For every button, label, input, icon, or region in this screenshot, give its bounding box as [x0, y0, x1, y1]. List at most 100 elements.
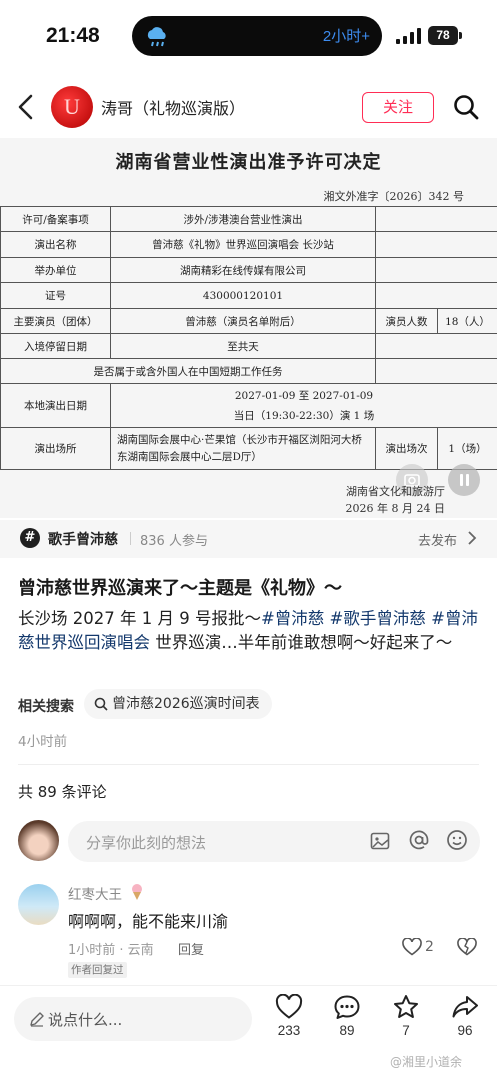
issuer: 湖南省文化和旅游厅 [346, 485, 445, 498]
say-something-input[interactable]: 说点什么... [14, 997, 252, 1041]
blank-cell [375, 358, 497, 384]
topic-participants: 836 人参与 [140, 534, 208, 549]
permit-type-label: 许可/备案事项 [0, 206, 111, 232]
topic-hash-icon: # [20, 528, 40, 548]
status-time: 21:48 [46, 24, 100, 47]
blank-cell [375, 206, 497, 232]
pencil-icon [30, 1012, 44, 1027]
venue-label: 演出场所 [0, 427, 111, 470]
related-search-label: 相关搜索 [18, 699, 74, 715]
post-body: 长沙场 2027 年 1 月 9 号报批～#曾沛慈 #歌手曾沛慈 #曾沛慈世界巡… [18, 607, 482, 655]
reply-button[interactable]: 回复 [178, 939, 204, 958]
blank-cell [375, 333, 497, 359]
stay-value: 至共天 [110, 333, 376, 359]
stay-label: 入境停留日期 [0, 333, 111, 359]
island-text: 2小时+ [322, 28, 370, 45]
performer-count-label: 演员人数 [375, 308, 438, 334]
permit-document-image[interactable]: 湖南省营业性演出准予许可决定 湘文外准字〔2026〕342 号 许可/备案事项 … [0, 138, 497, 518]
topic-publish-link[interactable]: 去发布 [418, 530, 457, 549]
date-range: 2027-01-09 至 2027-01-09 [234, 389, 374, 402]
share-arrow-icon [452, 996, 478, 1018]
pause-icon [460, 474, 469, 486]
comment-placeholder: 分享你此刻的想法 [86, 834, 207, 852]
hashtag-link[interactable]: #歌手曾沛慈 [330, 609, 426, 628]
commenter-avatar[interactable] [18, 884, 59, 925]
post-body-prefix: 长沙场 2027 年 1 月 9 号报批～ [18, 609, 261, 628]
performer-count-value: 18（人） [437, 308, 497, 334]
avatar-glyph: U [64, 94, 80, 119]
status-bar: 21:48 2小时+ 78 [0, 0, 497, 72]
performer-value: 曾沛慈（演员名单附后） [110, 308, 376, 334]
heart-icon [275, 994, 303, 1019]
watermark: @湘里小道余 [390, 1055, 463, 1069]
comment-button[interactable]: 89 [322, 994, 372, 1054]
blank-cell [375, 257, 497, 283]
document-title: 湖南省营业性演出准予许可决定 [115, 152, 382, 173]
topic-name: 歌手曾沛慈 [48, 532, 118, 548]
topic-bar[interactable]: # 歌手曾沛慈 836 人参与 去发布 [0, 520, 497, 558]
image-icon[interactable] [370, 831, 390, 851]
hashtag-link[interactable]: #曾沛慈 [261, 609, 324, 628]
post-body-suffix: 世界巡演…半年前谁敢想啊～好起来了～ [150, 633, 453, 652]
cert-value: 430000120101 [110, 282, 376, 309]
back-arrow-icon[interactable] [14, 92, 40, 122]
date-value: 2027-01-09 至 2027-01-09 当日（19:30-22:30）演… [110, 383, 497, 428]
post-time: 4小时前 [18, 734, 68, 750]
like-button[interactable]: 233 [264, 994, 314, 1054]
heart-icon[interactable] [402, 938, 422, 956]
organizer-label: 举办单位 [0, 257, 111, 283]
show-name-value: 曾沛慈《礼物》世界巡回演唱会 长沙站 [110, 231, 376, 258]
blank-cell [375, 231, 497, 258]
collect-count: 7 [402, 1023, 410, 1038]
comment-input[interactable]: 分享你此刻的想法 [68, 821, 480, 862]
like-count: 233 [277, 1023, 301, 1038]
chevron-right-icon [468, 531, 477, 545]
cert-label: 证号 [0, 282, 111, 309]
document-ref-number: 湘文外准字〔2026〕342 号 [323, 190, 465, 203]
performer-label: 主要演员（团体） [0, 308, 111, 334]
my-avatar [18, 820, 59, 861]
comment-meta: 1小时前 · 云南 [68, 943, 154, 958]
emoji-icon[interactable] [446, 829, 468, 851]
divider [18, 764, 479, 765]
ice-cream-badge-icon [132, 884, 142, 900]
related-search-text: 曾沛慈2026巡演时间表 [112, 696, 260, 712]
battery-tip [459, 32, 462, 39]
dynamic-island[interactable]: 2小时+ [132, 16, 382, 56]
date-label: 本地演出日期 [0, 383, 111, 428]
commenter-name[interactable]: 红枣大王 [68, 883, 122, 903]
author-replied-badge: 作者回复过 [68, 962, 127, 978]
document-signature: 湖南省文化和旅游厅 2026 年 8 月 24 日 [346, 483, 445, 517]
share-button[interactable]: 96 [440, 994, 490, 1054]
comment-text: 啊啊啊，能不能来川渝 [68, 912, 229, 931]
post-title: 曾沛慈世界巡演来了～主题是《礼物》～ [18, 578, 342, 599]
author-avatar[interactable]: U [51, 86, 93, 128]
signal-icon [396, 28, 421, 44]
permit-table: 许可/备案事项 涉外/涉港澳台营业性演出 演出名称 曾沛慈《礼物》世界巡回演唱会… [0, 206, 497, 470]
organizer-value: 湖南精彩在线传媒有限公司 [110, 257, 376, 283]
top-nav: U 涛哥（礼物巡演版） 关注 [0, 80, 497, 136]
star-icon [394, 995, 418, 1018]
say-something-placeholder: 说点什么... [48, 1011, 123, 1029]
search-icon [94, 697, 108, 711]
battery-icon: 78 [428, 26, 458, 45]
comment-like-count: 2 [425, 939, 434, 955]
share-count: 96 [457, 1023, 473, 1038]
broken-heart-icon[interactable] [457, 938, 477, 956]
foreign-work-label: 是否属于或含外国人在中国短期工作任务 [0, 358, 376, 384]
at-mention-icon[interactable] [408, 829, 430, 851]
comment-total: 89 [339, 1023, 355, 1038]
comment-count: 共 89 条评论 [18, 783, 107, 801]
permit-type-value: 涉外/涉港澳台营业性演出 [110, 206, 376, 232]
author-name[interactable]: 涛哥（礼物巡演版） [101, 95, 245, 119]
venue-value: 湖南国际会展中心·芒果馆（长沙市开福区浏阳河大桥东湖南国际会展中心二层D厅） [110, 427, 376, 470]
follow-button[interactable]: 关注 [362, 92, 434, 123]
related-search-chip[interactable]: 曾沛慈2026巡演时间表 [84, 689, 272, 719]
date-detail: 当日（19:30-22:30）演 1 场 [233, 409, 375, 422]
topic-divider [130, 532, 131, 545]
search-icon[interactable] [453, 94, 479, 120]
pause-button[interactable] [448, 464, 480, 496]
issue-date: 2026 年 8 月 24 日 [345, 502, 445, 515]
collect-button[interactable]: 7 [381, 994, 431, 1054]
show-name-label: 演出名称 [0, 231, 111, 258]
